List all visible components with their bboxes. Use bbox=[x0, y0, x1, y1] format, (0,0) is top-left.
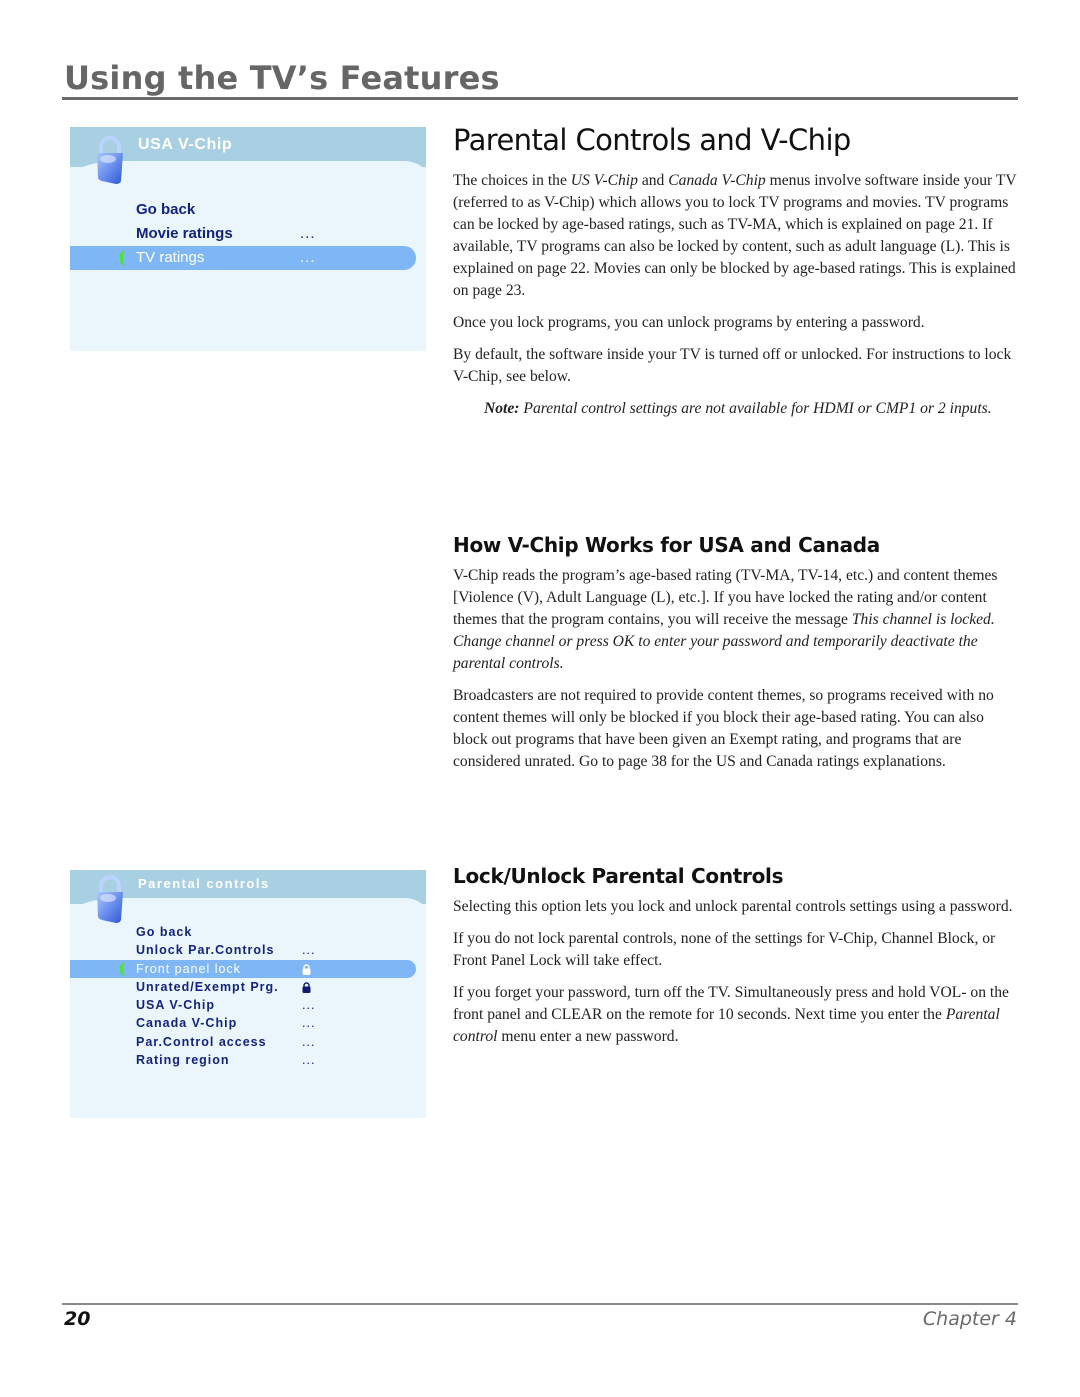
menu-item-label: Par.Control access bbox=[136, 1034, 267, 1049]
text-run: menus involve software inside your TV (r… bbox=[453, 172, 1017, 299]
how-paragraph-2: Broadcasters are not required to provide… bbox=[453, 687, 994, 770]
menu-title: Parental controls bbox=[138, 876, 270, 891]
menu-item-go-back[interactable]: Go back bbox=[70, 198, 426, 222]
lock-paragraph-1: Selecting this option lets you lock and … bbox=[453, 898, 1013, 915]
text-run: The choices in the bbox=[453, 172, 571, 189]
menu-item-value: ... bbox=[302, 1016, 316, 1031]
intro-paragraph-2: Once you lock programs, you can unlock p… bbox=[453, 314, 925, 331]
section-title: Lock/Unlock Parental Controls bbox=[453, 864, 784, 888]
menu-item-unrated-exempt[interactable]: Unrated/Exempt Prg. bbox=[70, 978, 426, 996]
section-title: How V-Chip Works for USA and Canada bbox=[453, 533, 881, 557]
note-label: Note: bbox=[484, 400, 520, 417]
page-title: Parental Controls and V-Chip bbox=[453, 123, 851, 157]
text-run: By default, the software inside your TV … bbox=[453, 346, 1012, 363]
text-run: If you forget your password, turn off th… bbox=[453, 984, 1009, 1023]
menu-item-label: TV ratings bbox=[136, 249, 205, 266]
menu-item-value: ... bbox=[302, 998, 316, 1013]
selection-marker-icon bbox=[120, 250, 126, 266]
intro-section: Parental Controls and V-Chip The choices… bbox=[453, 120, 1018, 420]
locked-lock-icon bbox=[302, 982, 311, 993]
footer-divider bbox=[62, 1303, 1018, 1305]
menu-item-label: Unlock Par.Controls bbox=[136, 943, 275, 958]
menu-item-value: ... bbox=[300, 225, 316, 242]
menu-item-usa-vchip[interactable]: USA V-Chip ... bbox=[70, 996, 426, 1014]
menu-item-label: Canada V-Chip bbox=[136, 1016, 238, 1031]
note-text: Parental control settings are not availa… bbox=[519, 400, 992, 417]
menu-reference: US V-Chip bbox=[570, 172, 638, 189]
menu-item-list: Go back Movie ratings ... TV ratings ... bbox=[70, 198, 426, 270]
parental-controls-menu-screenshot: Parental controls Go back Unlock Par.Con… bbox=[70, 870, 426, 1118]
how-vchip-works-section: How V-Chip Works for USA and Canada V-Ch… bbox=[453, 531, 1018, 783]
menu-item-label: Unrated/Exempt Prg. bbox=[136, 979, 279, 994]
text-run: V-Chip, see below. bbox=[453, 368, 571, 385]
lock-paragraph-2: If you do not lock parental controls, no… bbox=[453, 930, 996, 969]
padlock-icon bbox=[97, 136, 123, 184]
menu-item-label: Go back bbox=[136, 201, 196, 218]
menu-item-label: Movie ratings bbox=[136, 225, 233, 242]
intro-paragraph-3: By default, the software inside your TV … bbox=[453, 344, 1018, 388]
unlocked-lock-icon bbox=[302, 963, 311, 975]
padlock-icon bbox=[97, 875, 123, 923]
menu-reference: Canada V-Chip bbox=[668, 172, 766, 189]
menu-item-label: Go back bbox=[136, 925, 193, 939]
menu-item-unlock-par-controls[interactable]: Unlock Par.Controls ... bbox=[70, 941, 426, 959]
menu-item-value: ... bbox=[302, 1034, 316, 1049]
menu-item-list: Go back Unlock Par.Controls ... Front pa… bbox=[70, 923, 426, 1069]
menu-item-go-back[interactable]: Go back bbox=[70, 923, 426, 941]
usa-vchip-menu-screenshot: USA V-Chip Go back Movie ratings ... TV … bbox=[70, 127, 426, 351]
header-divider bbox=[62, 97, 1018, 100]
menu-item-par-control-access[interactable]: Par.Control access ... bbox=[70, 1033, 426, 1051]
selection-marker-icon bbox=[120, 961, 126, 976]
text-run: and bbox=[637, 172, 669, 189]
how-paragraph-1: V-Chip reads the program’s age-based rat… bbox=[453, 565, 1018, 675]
menu-title: USA V-Chip bbox=[138, 136, 233, 153]
menu-item-label: Front panel lock bbox=[136, 961, 241, 976]
menu-item-value: ... bbox=[302, 943, 316, 958]
menu-item-rating-region[interactable]: Rating region ... bbox=[70, 1051, 426, 1069]
chapter-header-title: Using the TV’s Features bbox=[64, 59, 500, 97]
menu-item-movie-ratings[interactable]: Movie ratings ... bbox=[70, 222, 426, 246]
menu-item-canada-vchip[interactable]: Canada V-Chip ... bbox=[70, 1014, 426, 1032]
lock-unlock-section: Lock/Unlock Parental Controls Selecting … bbox=[453, 862, 1018, 1058]
menu-item-label: USA V-Chip bbox=[136, 998, 215, 1013]
menu-item-value: ... bbox=[300, 249, 316, 266]
page-number: 20 bbox=[64, 1308, 91, 1330]
text-run: menu enter a new password. bbox=[497, 1028, 679, 1045]
chapter-label: Chapter 4 bbox=[922, 1308, 1017, 1330]
menu-item-front-panel-lock[interactable]: Front panel lock bbox=[70, 959, 416, 978]
menu-item-label: Rating region bbox=[136, 1053, 230, 1068]
note: Note: Parental control settings are not … bbox=[484, 398, 1018, 420]
intro-paragraph-1: The choices in the US V-Chip and Canada … bbox=[453, 170, 1018, 302]
lock-paragraph-3: If you forget your password, turn off th… bbox=[453, 982, 1018, 1048]
menu-item-value: ... bbox=[302, 1053, 316, 1068]
menu-item-tv-ratings[interactable]: TV ratings ... bbox=[70, 246, 416, 270]
